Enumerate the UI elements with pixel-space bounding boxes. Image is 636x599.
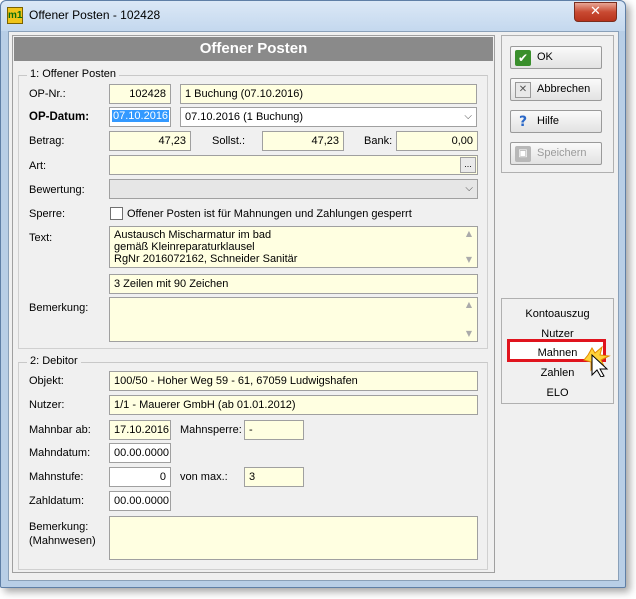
- mahnbar-ab-field[interactable]: 17.10.2016: [109, 420, 171, 440]
- scroll-down-icon[interactable]: ▼: [463, 255, 475, 265]
- betrag-label: Betrag:: [29, 135, 65, 147]
- objekt-label: Objekt:: [29, 375, 64, 387]
- window-title: Offener Posten - 102428: [29, 8, 161, 22]
- op-datum-dropdown-value: 07.10.2016 (1 Buchung): [185, 111, 304, 123]
- dialog-client-area: Offener Posten 1: Offener Posten OP-Nr.:…: [8, 31, 619, 581]
- title-bar[interactable]: m1 Offener Posten - 102428 ✕: [1, 1, 625, 31]
- save-icon: ▣: [515, 146, 531, 162]
- dialog-window: m1 Offener Posten - 102428 ✕ Offener Pos…: [0, 0, 626, 588]
- text-area[interactable]: Austausch Mischarmatur im bad gemäß Klei…: [109, 226, 478, 268]
- bewertung-dropdown[interactable]: ⌵: [109, 179, 478, 199]
- cancel-button[interactable]: ✕ Abbrechen: [510, 78, 602, 101]
- nutzer-field[interactable]: 1/1 - Mauerer GmbH (ab 01.01.2012): [109, 395, 478, 415]
- mahn-bemerkung-sublabel: (Mahnwesen): [29, 535, 96, 547]
- op-datum-label: OP-Datum:: [29, 111, 90, 123]
- bank-field[interactable]: 0,00: [396, 131, 478, 151]
- art-lookup-button[interactable]: ...: [460, 157, 476, 173]
- sollst-field[interactable]: 47,23: [262, 131, 344, 151]
- bank-label: Bank:: [364, 135, 393, 147]
- nav-elo[interactable]: ELO: [502, 387, 613, 399]
- save-button[interactable]: ▣ Speichern: [510, 142, 602, 165]
- mahndatum-label: Mahndatum:: [29, 447, 91, 459]
- cancel-button-label: Abbrechen: [537, 83, 591, 95]
- group-title-offener-posten: 1: Offener Posten: [27, 68, 120, 80]
- op-datum-field[interactable]: 07.10.2016: [109, 107, 171, 127]
- von-max-field[interactable]: 3: [244, 467, 304, 487]
- zahldatum-label: Zahldatum:: [29, 495, 85, 507]
- cancel-icon: ✕: [515, 82, 531, 98]
- help-button[interactable]: ? Hilfe: [510, 110, 602, 133]
- zahldatum-field[interactable]: 00.00.0000: [109, 491, 171, 511]
- mahnbar-ab-label: Mahnbar ab:: [29, 424, 91, 436]
- ok-button-label: OK: [537, 51, 553, 63]
- save-button-label: Speichern: [537, 147, 587, 159]
- bewertung-label: Bewertung:: [29, 184, 85, 196]
- scroll-down-icon[interactable]: ▼: [463, 329, 475, 339]
- op-nr-info-field: 1 Buchung (07.10.2016): [180, 84, 477, 104]
- scroll-up-icon[interactable]: ▲: [463, 300, 475, 310]
- mahnstufe-field[interactable]: 0: [109, 467, 171, 487]
- mouse-cursor-icon: [583, 345, 611, 377]
- op-nr-label: OP-Nr.:: [29, 88, 66, 100]
- bemerkung-area[interactable]: ▲ ▼: [109, 297, 478, 342]
- chevron-down-icon: ⌵: [464, 111, 472, 122]
- nav-kontoauszug[interactable]: Kontoauszug: [502, 308, 613, 320]
- nav-nutzer[interactable]: Nutzer: [502, 328, 613, 340]
- text-line: gemäß Kleinreparaturklausel: [114, 241, 255, 253]
- help-button-label: Hilfe: [537, 115, 560, 127]
- bemerkung-label: Bemerkung:: [29, 302, 89, 314]
- text-info-field: 3 Zeilen mit 90 Zeichen: [109, 274, 478, 294]
- mahnsperre-field[interactable]: -: [244, 420, 304, 440]
- mahnsperre-label: Mahnsperre:: [180, 424, 242, 436]
- op-nr-field[interactable]: 102428: [109, 84, 171, 104]
- op-datum-selected-text: 07.10.2016: [112, 110, 170, 122]
- group-title-debitor: 2: Debitor: [27, 355, 81, 367]
- app-icon: m1: [7, 7, 23, 24]
- check-icon: ✔: [515, 50, 531, 66]
- form-header: Offener Posten: [14, 37, 493, 61]
- text-label: Text:: [29, 232, 53, 244]
- op-datum-dropdown[interactable]: 07.10.2016 (1 Buchung) ⌵: [180, 107, 477, 127]
- sperre-checkbox-label[interactable]: Offener Posten ist für Mahnungen und Zah…: [127, 208, 412, 220]
- von-max-label: von max.:: [180, 471, 228, 483]
- chevron-down-icon: ⌵: [465, 183, 473, 194]
- sollst-label: Sollst.:: [212, 135, 246, 147]
- form-panel: Offener Posten 1: Offener Posten OP-Nr.:…: [12, 35, 495, 573]
- nutzer-label: Nutzer:: [29, 399, 65, 411]
- mahn-bemerkung-label: Bemerkung:: [29, 521, 89, 533]
- sperre-label: Sperre:: [29, 208, 66, 220]
- betrag-field[interactable]: 47,23: [109, 131, 191, 151]
- art-field[interactable]: ...: [109, 155, 478, 175]
- action-panel: ✔ OK ✕ Abbrechen ? Hilfe ▣ Speichern: [501, 35, 614, 173]
- objekt-field[interactable]: 100/50 - Hoher Weg 59 - 61, 67059 Ludwig…: [109, 371, 478, 391]
- scroll-up-icon[interactable]: ▲: [463, 229, 475, 239]
- ok-button[interactable]: ✔ OK: [510, 46, 602, 69]
- text-line: Austausch Mischarmatur im bad: [114, 229, 272, 241]
- text-line: RgNr 2016072162, Schneider Sanitär: [114, 253, 298, 265]
- mahndatum-field[interactable]: 00.00.0000: [109, 443, 171, 463]
- navigation-panel: Kontoauszug Nutzer Mahnen Zahlen ELO: [501, 298, 614, 404]
- mahn-bemerkung-area[interactable]: [109, 516, 478, 560]
- help-icon: ?: [518, 114, 528, 130]
- mahnstufe-label: Mahnstufe:: [29, 471, 84, 483]
- art-label: Art:: [29, 160, 47, 172]
- close-button[interactable]: ✕: [574, 2, 617, 22]
- sperre-checkbox[interactable]: [110, 207, 123, 220]
